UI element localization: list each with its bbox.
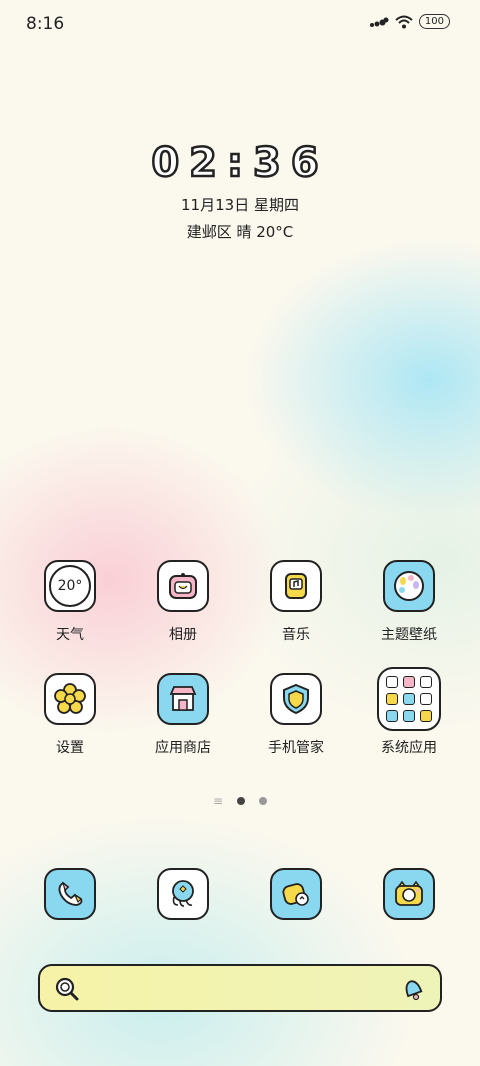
clock-weather: 建邺区 晴 20°C: [186, 223, 294, 241]
clock-widget[interactable]: 02:36 11月13日 星期四 建邺区 晴 20°C: [0, 139, 480, 242]
mini-app-icon: [386, 693, 398, 705]
app-music[interactable]: 音乐: [248, 560, 344, 644]
signal-icon: [369, 17, 389, 27]
clock-time: 02:36: [150, 139, 329, 188]
app-weather[interactable]: 20° 天气: [22, 560, 118, 644]
folder-system-apps[interactable]: 系统应用: [361, 667, 457, 757]
app-label: 相册: [169, 627, 197, 643]
app-store[interactable]: 应用商店: [135, 673, 231, 757]
dock-phone[interactable]: [22, 868, 118, 920]
wifi-icon: [395, 15, 413, 28]
menu-lines-icon: ≡: [212, 794, 224, 808]
app-themes[interactable]: 主题壁纸: [361, 560, 457, 644]
app-label: 音乐: [282, 627, 310, 643]
camera-icon: [383, 868, 435, 920]
clock-date: 11月13日 星期四: [181, 196, 299, 214]
app-label: 系统应用: [381, 740, 437, 756]
app-label: 主题壁纸: [381, 627, 437, 643]
search-icon: [55, 977, 79, 1001]
mini-app-icon: [403, 676, 415, 688]
status-icons: 100: [369, 14, 450, 29]
phone-icon: [44, 868, 96, 920]
app-label: 应用商店: [155, 740, 211, 756]
voice-bell-icon[interactable]: [400, 976, 426, 1002]
mini-app-icon: [403, 710, 415, 722]
dock-camera[interactable]: [361, 868, 457, 920]
gallery-icon: [157, 560, 209, 612]
app-gallery[interactable]: 相册: [135, 560, 231, 644]
dock-messages[interactable]: [135, 868, 231, 920]
mini-app-icon: [420, 710, 432, 722]
app-security[interactable]: 手机管家: [248, 673, 344, 757]
themes-icon: [383, 560, 435, 612]
weather-temp: 20°: [49, 565, 91, 607]
battery-icon: 100: [418, 14, 450, 29]
mini-app-icon: [420, 676, 432, 688]
system-apps-folder-icon: [377, 667, 441, 731]
browser-icon: [270, 868, 322, 920]
mini-app-icon: [386, 676, 398, 688]
status-time: 8:16: [26, 14, 65, 34]
weather-icon: 20°: [44, 560, 96, 612]
page-dot-active: [237, 797, 246, 805]
settings-icon: [44, 673, 96, 725]
mini-app-icon: [420, 693, 432, 705]
page-indicator[interactable]: ≡: [0, 794, 480, 808]
mini-app-icon: [386, 710, 398, 722]
music-icon: [270, 560, 322, 612]
search-bar[interactable]: [38, 964, 442, 1012]
dock-browser[interactable]: [248, 868, 344, 920]
app-label: 天气: [56, 627, 84, 643]
security-icon: [270, 673, 322, 725]
status-bar: 8:16 100: [0, 0, 480, 50]
app-store-icon: [157, 673, 209, 725]
app-label: 设置: [56, 740, 84, 756]
app-settings[interactable]: 设置: [22, 673, 118, 757]
page-dot: [259, 797, 268, 805]
mini-app-icon: [403, 693, 415, 705]
messages-icon: [157, 868, 209, 920]
app-label: 手机管家: [268, 740, 324, 756]
